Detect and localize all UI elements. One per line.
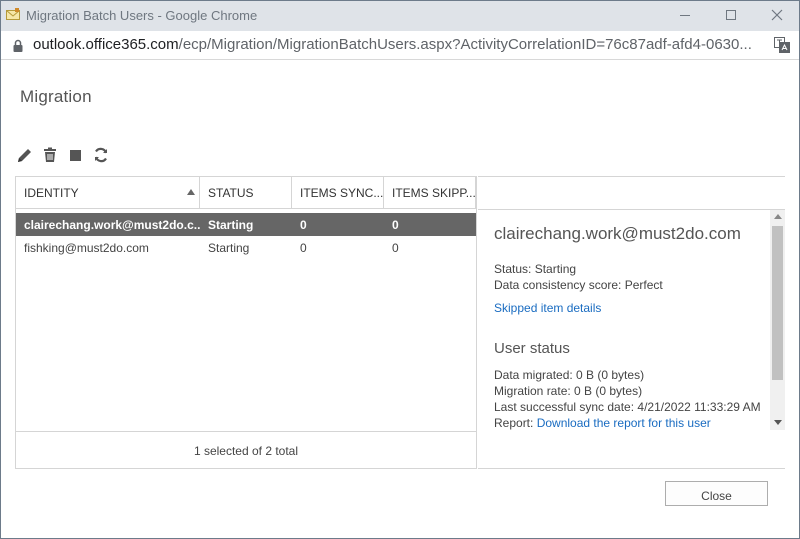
window-title: Migration Batch Users - Google Chrome	[26, 8, 258, 23]
maximize-button[interactable]	[708, 0, 754, 31]
cell-identity: clairechang.work@must2do.c...	[24, 218, 200, 232]
cell-items-skipped: 0	[392, 218, 399, 232]
close-button[interactable]: Close	[665, 481, 768, 506]
url-path: /ecp/Migration/MigrationBatchUsers.aspx?…	[178, 36, 752, 53]
translate-icon[interactable]	[774, 37, 790, 58]
trash-icon	[44, 147, 56, 162]
details-scrollbar[interactable]	[770, 210, 785, 430]
report-label: Report:	[494, 416, 537, 430]
details-user-name: clairechang.work@must2do.com	[494, 224, 741, 243]
details-pane: clairechang.work@must2do.com Status: Sta…	[478, 176, 785, 469]
stop-button[interactable]	[67, 146, 87, 166]
maximize-icon	[726, 10, 736, 20]
cell-status: Starting	[208, 241, 250, 255]
user-status-heading: User status	[494, 340, 570, 357]
selection-count: 1 selected of 2 total	[16, 431, 476, 468]
cell-identity: fishking@must2do.com	[24, 241, 149, 255]
users-list: IDENTITY STATUS ITEMS SYNC... ITEMS SKIP…	[15, 176, 477, 469]
cell-items-skipped: 0	[392, 241, 399, 255]
url-host: outlook.office365.com	[33, 36, 179, 53]
delete-button[interactable]	[41, 146, 61, 166]
details-data-migrated: Data migrated: 0 B (0 bytes)	[494, 368, 645, 382]
column-header-identity[interactable]: IDENTITY	[16, 177, 200, 208]
details-consistency: Data consistency score: Perfect	[494, 278, 663, 292]
table-row[interactable]: clairechang.work@must2do.c... Starting 0…	[16, 213, 476, 236]
cell-status: Starting	[208, 218, 254, 232]
edit-button[interactable]	[16, 146, 36, 166]
page-title: Migration	[20, 87, 92, 106]
stop-icon	[70, 150, 81, 161]
scroll-down-arrow-icon[interactable]	[774, 420, 782, 425]
url-text[interactable]: outlook.office365.com/ecp/Migration/Migr…	[33, 36, 763, 53]
address-bar[interactable]: outlook.office365.com/ecp/Migration/Migr…	[0, 31, 800, 60]
details-report: Report: Download the report for this use…	[494, 416, 711, 430]
close-icon	[771, 9, 783, 21]
download-report-link[interactable]: Download the report for this user	[537, 416, 711, 430]
details-migration-rate: Migration rate: 0 B (0 bytes)	[494, 384, 643, 398]
cell-items-synced: 0	[300, 218, 307, 232]
lock-icon[interactable]	[12, 39, 24, 58]
details-last-sync: Last successful sync date: 4/21/2022 11:…	[494, 400, 761, 414]
title-bar: Migration Batch Users - Google Chrome	[0, 0, 800, 31]
envelope-icon	[6, 8, 20, 21]
scroll-thumb[interactable]	[772, 226, 783, 380]
close-window-button[interactable]	[754, 0, 800, 31]
column-header-items-skipped[interactable]: ITEMS SKIPP...	[384, 177, 476, 208]
list-header: IDENTITY STATUS ITEMS SYNC... ITEMS SKIP…	[16, 177, 476, 209]
table-row[interactable]: fishking@must2do.com Starting 0 0	[16, 236, 476, 259]
minimize-button[interactable]	[662, 0, 708, 31]
refresh-icon	[94, 147, 108, 163]
details-status: Status: Starting	[494, 262, 577, 276]
sort-ascending-icon	[187, 189, 195, 195]
cell-items-synced: 0	[300, 241, 307, 255]
column-header-status[interactable]: STATUS	[200, 177, 292, 208]
skipped-item-details-link[interactable]: Skipped item details	[494, 301, 601, 315]
scroll-up-arrow-icon[interactable]	[774, 214, 782, 219]
minimize-icon	[680, 15, 690, 16]
column-header-items-synced[interactable]: ITEMS SYNC...	[292, 177, 384, 208]
details-content: clairechang.work@must2do.com Status: Sta…	[478, 209, 785, 430]
refresh-button[interactable]	[92, 146, 112, 166]
pencil-icon	[18, 149, 31, 162]
